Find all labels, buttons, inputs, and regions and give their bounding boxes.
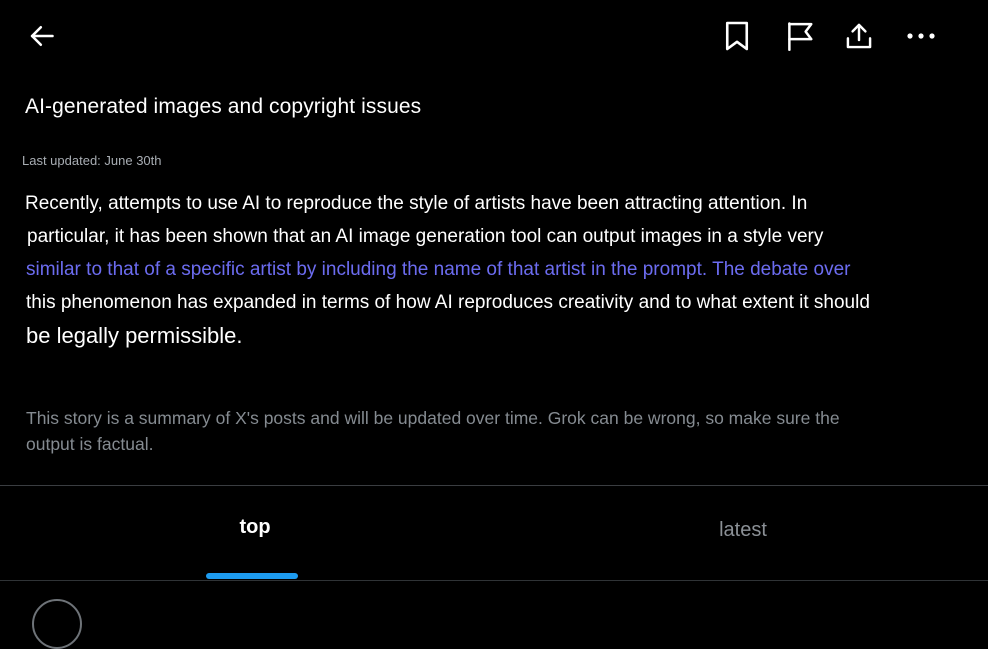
feed-tabs: top latest — [0, 486, 988, 581]
active-tab-indicator — [206, 573, 298, 579]
bookmark-button[interactable] — [717, 16, 757, 56]
tabs-bottom-divider — [0, 580, 988, 581]
bookmark-icon — [725, 21, 749, 51]
more-horizontal-icon — [907, 33, 935, 39]
top-bar — [0, 0, 988, 74]
avatar[interactable] — [32, 599, 82, 649]
grok-disclaimer: This story is a summary of X's posts and… — [26, 405, 926, 457]
summary-line: be legally permissible. — [26, 323, 243, 348]
summary-line: particular, it has been shown that an AI… — [27, 226, 824, 247]
summary-line: this phenomenon has expanded in terms of… — [26, 292, 870, 313]
report-flag-button[interactable] — [780, 16, 820, 56]
tab-latest[interactable]: latest — [643, 483, 843, 578]
summary-line-highlighted: similar to that of a specific artist by … — [26, 259, 851, 280]
share-upload-icon — [846, 23, 872, 49]
tab-top[interactable]: top — [155, 480, 355, 575]
disclaimer-line: output is factual. — [26, 434, 154, 454]
arrow-left-icon — [30, 25, 54, 47]
summary-line: Recently, attempts to use AI to reproduc… — [25, 193, 808, 214]
flag-icon — [788, 22, 813, 51]
more-options-button[interactable] — [901, 16, 941, 56]
last-updated-text: Last updated: June 30th — [22, 153, 162, 168]
disclaimer-line: This story is a summary of X's posts and… — [26, 408, 840, 428]
story-summary: Recently, attempts to use AI to reproduc… — [25, 187, 945, 352]
share-button[interactable] — [839, 16, 879, 56]
back-button[interactable] — [22, 16, 62, 56]
story-title: AI-generated images and copyright issues — [25, 95, 422, 118]
